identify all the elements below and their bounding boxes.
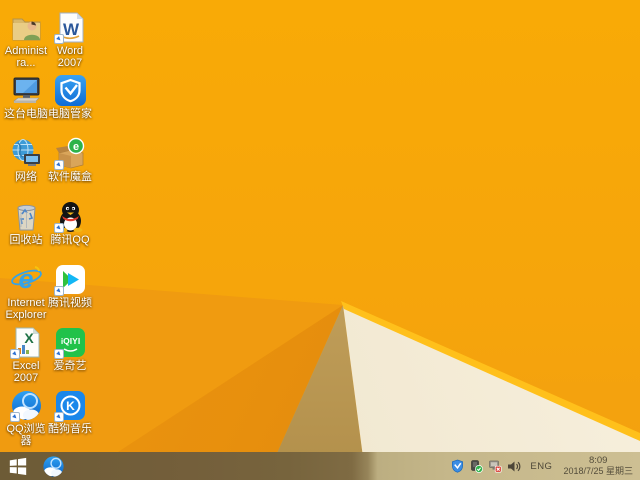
shortcut-arrow-badge: [9, 412, 20, 422]
icon-label: QQ浏览器: [6, 423, 46, 447]
tencent-video-icon: [53, 263, 87, 296]
icon-label: 酷狗音乐: [48, 423, 92, 435]
icon-label: 电脑管家: [48, 108, 92, 120]
icon-label: Word 2007: [56, 45, 84, 69]
shortcut-arrow-badge: [53, 34, 64, 44]
taskbar-clock[interactable]: 8:09 2018/7/25 星期三: [563, 455, 635, 477]
icon-label: 网络: [15, 171, 37, 183]
shortcut-arrow-badge: [53, 349, 64, 359]
icon-label: Internet Explorer: [5, 297, 47, 321]
svg-text:K: K: [66, 399, 75, 413]
clock-date: 2018/7/25 星期三: [563, 466, 633, 476]
desktop-icon-kugou-music[interactable]: K 酷狗音乐: [48, 389, 92, 435]
excel-icon: X: [9, 326, 43, 359]
desktop-icon-pc-manager[interactable]: 电脑管家: [48, 74, 92, 120]
desktop-icon-recycle-bin[interactable]: 回收站: [4, 200, 48, 246]
desktop-icon-internet-explorer[interactable]: e Internet Explorer: [4, 263, 48, 321]
desktop-icon-software-box[interactable]: e 软件魔盒: [48, 137, 92, 183]
icon-label: 腾讯QQ: [50, 234, 90, 246]
desktop-icon-administrator[interactable]: Administra...: [4, 11, 48, 69]
tray-security-shield-icon[interactable]: [450, 459, 464, 473]
computer-icon: [10, 74, 43, 107]
shortcut-arrow-badge: [53, 160, 64, 170]
icon-label: 这台电脑: [4, 108, 48, 120]
windows-logo-icon: [9, 457, 27, 475]
user-folder-icon: [10, 11, 43, 44]
svg-text:e: e: [18, 264, 33, 294]
qq-browser-icon: [42, 455, 64, 477]
desktop-icon-qq-browser[interactable]: QQ浏览器: [4, 389, 48, 447]
software-box-icon: e: [53, 137, 87, 170]
start-button[interactable]: [0, 452, 36, 480]
tray-network-error-icon[interactable]: [488, 459, 502, 473]
recycle-bin-icon: [10, 200, 43, 233]
svg-text:X: X: [24, 330, 34, 346]
desktop[interactable]: Administra... 这台电脑 网络 回收站 e Internet Exp…: [0, 0, 640, 480]
network-globe-icon: [10, 137, 43, 170]
icon-label: Excel 2007: [12, 360, 40, 384]
taskbar-qq-browser-button[interactable]: [36, 452, 70, 480]
desktop-icon-tencent-qq[interactable]: 腾讯QQ: [48, 200, 92, 246]
shortcut-arrow-badge: [53, 412, 64, 422]
icon-label: 爱奇艺: [53, 360, 87, 372]
tray-device-ok-icon[interactable]: [469, 459, 484, 473]
desktop-icon-this-pc[interactable]: 这台电脑: [4, 74, 48, 120]
shortcut-arrow-badge: [9, 349, 20, 359]
shortcut-arrow-badge: [53, 286, 64, 296]
icon-label: 回收站: [9, 234, 43, 246]
icon-label: 软件魔盒: [48, 171, 92, 183]
system-tray: ENG 8:09 2018/7/25 星期三: [450, 456, 640, 476]
taskbar: ENG 8:09 2018/7/25 星期三: [0, 452, 640, 480]
icon-label: Administra...: [4, 45, 48, 69]
iqiyi-icon: iQIYI: [53, 326, 87, 359]
svg-text:e: e: [72, 141, 78, 153]
language-indicator[interactable]: ENG: [526, 461, 558, 472]
desktop-icon-network[interactable]: 网络: [4, 137, 48, 183]
icon-label: 腾讯视频: [48, 297, 92, 309]
svg-text:iQIYI: iQIYI: [60, 336, 79, 346]
qq-browser-icon: [9, 389, 43, 422]
tray-volume-icon[interactable]: [507, 459, 521, 473]
qq-penguin-icon: [53, 200, 87, 233]
word-icon: W: [53, 11, 87, 44]
ie-icon: e: [10, 263, 43, 296]
desktop-icon-tencent-video[interactable]: 腾讯视频: [48, 263, 92, 309]
desktop-icon-iqiyi[interactable]: iQIYI 爱奇艺: [48, 326, 92, 372]
desktop-icon-word-2007[interactable]: W Word 2007: [48, 11, 92, 69]
shield-check-icon: [54, 74, 87, 107]
desktop-icon-excel-2007[interactable]: X Excel 2007: [4, 326, 48, 384]
shortcut-arrow-badge: [53, 223, 64, 233]
clock-time: 8:09: [588, 455, 608, 466]
kugou-icon: K: [53, 389, 87, 422]
